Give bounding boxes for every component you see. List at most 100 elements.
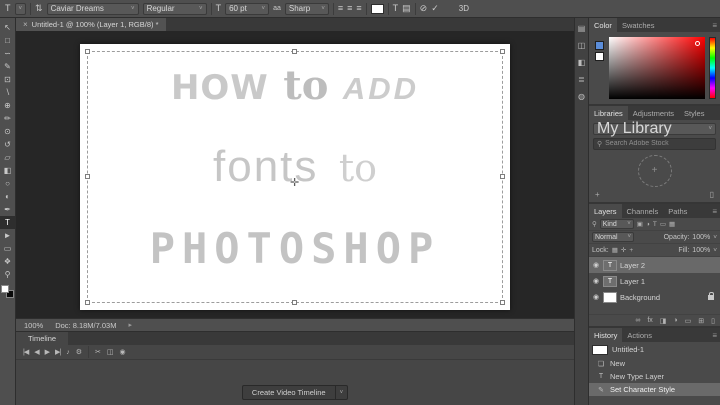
commit-edits-button[interactable]: ✓ (431, 4, 439, 13)
transform-handle-w[interactable] (85, 174, 90, 179)
filter-shape-layers-icon[interactable]: ▭ (660, 220, 666, 228)
quick-selection-tool[interactable]: ✎ (0, 60, 16, 73)
dodge-tool[interactable]: ◐ (0, 190, 16, 203)
collapsed-panel-icon-1[interactable]: ▤ (578, 24, 586, 33)
transform-handle-n[interactable] (292, 49, 297, 54)
lock-all-icon[interactable]: + (629, 247, 633, 254)
font-family-select[interactable]: Caviar Dreams ˅ (46, 2, 139, 15)
layer-effects-icon[interactable]: fx (647, 317, 652, 324)
history-step-set-character-style[interactable]: ✎ Set Character Style (589, 383, 720, 396)
anti-alias-select[interactable]: Sharp ˅ (284, 2, 329, 15)
filter-pixel-layers-icon[interactable]: ▣ (637, 220, 643, 228)
previous-frame-button[interactable]: ◀ (34, 348, 39, 356)
background-color-chip[interactable] (594, 52, 604, 61)
font-size-select[interactable]: 60 pt ˅ (225, 2, 270, 15)
go-to-first-frame-button[interactable]: |◀ (23, 348, 29, 356)
tab-swatches[interactable]: Swatches (617, 18, 660, 32)
align-center-icon[interactable]: ≡ (347, 4, 352, 13)
3d-button[interactable]: 3D (459, 4, 469, 13)
hue-slider[interactable] (709, 37, 716, 99)
foreground-background-swatches[interactable] (1, 285, 14, 298)
panel-menu-icon[interactable]: ≡ (709, 204, 720, 218)
text-color-swatch[interactable] (370, 3, 384, 14)
layer-name[interactable]: Layer 2 (620, 261, 645, 270)
add-library-item-button[interactable]: + (595, 190, 600, 199)
clone-stamp-tool[interactable]: ⊙ (0, 125, 16, 138)
tool-preset-icon[interactable]: T (5, 4, 11, 13)
pen-tool[interactable]: ✒ (0, 203, 16, 216)
delete-layer-icon[interactable]: ▯ (711, 317, 715, 325)
cancel-edits-button[interactable]: ⊘ (420, 4, 428, 13)
foreground-color-chip[interactable] (594, 41, 604, 50)
layer-name[interactable]: Layer 1 (620, 277, 645, 286)
foreground-color-swatch[interactable] (1, 285, 9, 293)
fill-value[interactable]: 100% (692, 247, 710, 254)
layer-row-background[interactable]: ◉ Background (589, 289, 720, 305)
collapsed-panel-icon-4[interactable]: ≣ (578, 75, 585, 84)
canvas-pasteboard[interactable]: HOW to ADD fonts to PHOTOSHOP ✛ (16, 31, 574, 318)
tool-preset-chevron-icon[interactable]: ˅ (14, 2, 27, 15)
opacity-value[interactable]: 100% (692, 234, 710, 241)
layer-row-layer1[interactable]: ◉ T Layer 1 (589, 273, 720, 289)
filter-type-layers-icon[interactable]: T (653, 221, 657, 228)
chevron-down-icon[interactable]: ˅ (713, 247, 717, 254)
split-clip-scissors-icon[interactable]: ✂ (95, 348, 101, 356)
eraser-tool[interactable]: ▱ (0, 151, 16, 164)
blur-tool[interactable]: ○ (0, 177, 16, 190)
visibility-eye-icon[interactable]: ◉ (592, 261, 600, 269)
library-select[interactable]: My Library ˅ (593, 120, 716, 137)
tab-history[interactable]: History (589, 328, 623, 342)
transform-handle-sw[interactable] (85, 300, 90, 305)
history-snapshot-row[interactable]: Untitled-1 (589, 342, 720, 357)
tab-paths[interactable]: Paths (663, 204, 692, 218)
history-step-new-type-layer[interactable]: T New Type Layer (589, 370, 720, 383)
lock-position-icon[interactable]: ✛ (621, 246, 626, 254)
tab-color[interactable]: Color (589, 18, 617, 32)
visibility-eye-icon[interactable]: ◉ (592, 293, 600, 301)
toggle-text-orientation-icon[interactable]: ⇅ (35, 4, 43, 13)
transform-handle-nw[interactable] (85, 49, 90, 54)
tab-channels[interactable]: Channels (622, 204, 664, 218)
transition-icon[interactable]: ◫ (107, 348, 114, 356)
snapshot-thumbnail[interactable] (592, 344, 608, 355)
collapsed-panel-icon-5[interactable]: ◍ (578, 92, 585, 101)
adjustment-layer-icon[interactable]: ◑ (673, 317, 677, 324)
status-flyout-icon[interactable]: ▸ (128, 321, 132, 329)
collapsed-panel-icon-2[interactable]: ◫ (578, 41, 586, 50)
move-tool[interactable]: ↖ (0, 21, 16, 34)
path-selection-tool[interactable]: ► (0, 229, 16, 242)
blend-mode-select[interactable]: Normal ˅ (592, 232, 634, 242)
delete-library-item-button[interactable]: ▯ (710, 190, 714, 199)
toggle-panels-icon[interactable]: ▤ (402, 4, 411, 13)
tab-styles[interactable]: Styles (679, 106, 709, 120)
close-tab-icon[interactable]: × (23, 20, 28, 29)
panel-menu-icon[interactable]: ≡ (709, 18, 720, 32)
chevron-down-icon[interactable]: ˅ (713, 234, 717, 241)
timeline-settings-gear-icon[interactable]: ⚙ (76, 348, 82, 356)
layer-thumbnail[interactable]: T (603, 259, 617, 271)
history-brush-tool[interactable]: ↺ (0, 138, 16, 151)
zoom-tool[interactable]: ⚲ (0, 268, 16, 281)
transform-handle-ne[interactable] (500, 49, 505, 54)
type-tool[interactable]: T (0, 216, 16, 229)
tab-actions[interactable]: Actions (622, 328, 657, 342)
color-field-cursor[interactable] (695, 41, 700, 46)
font-style-select[interactable]: Regular ˅ (142, 2, 207, 15)
color-field[interactable] (609, 37, 705, 99)
layer-thumbnail[interactable]: T (603, 275, 617, 287)
healing-brush-tool[interactable]: ⊕ (0, 99, 16, 112)
library-dropzone[interactable]: + (637, 154, 672, 187)
new-layer-icon[interactable]: ⊞ (698, 317, 704, 325)
lasso-tool[interactable]: ∽ (0, 47, 16, 60)
brush-tool[interactable]: ✏ (0, 112, 16, 125)
layer-group-icon[interactable]: ▭ (685, 317, 692, 325)
panel-menu-icon[interactable]: ≡ (709, 328, 720, 342)
link-layers-icon[interactable]: ∞ (635, 317, 640, 324)
tab-adjustments[interactable]: Adjustments (628, 106, 679, 120)
next-frame-button[interactable]: ▶| (55, 348, 61, 356)
visibility-eye-icon[interactable]: ◉ (592, 277, 600, 285)
gradient-tool[interactable]: ◧ (0, 164, 16, 177)
layer-thumbnail[interactable] (603, 291, 617, 303)
collapsed-panel-icon-3[interactable]: ◧ (578, 58, 586, 67)
shape-tool[interactable]: ▭ (0, 242, 16, 255)
